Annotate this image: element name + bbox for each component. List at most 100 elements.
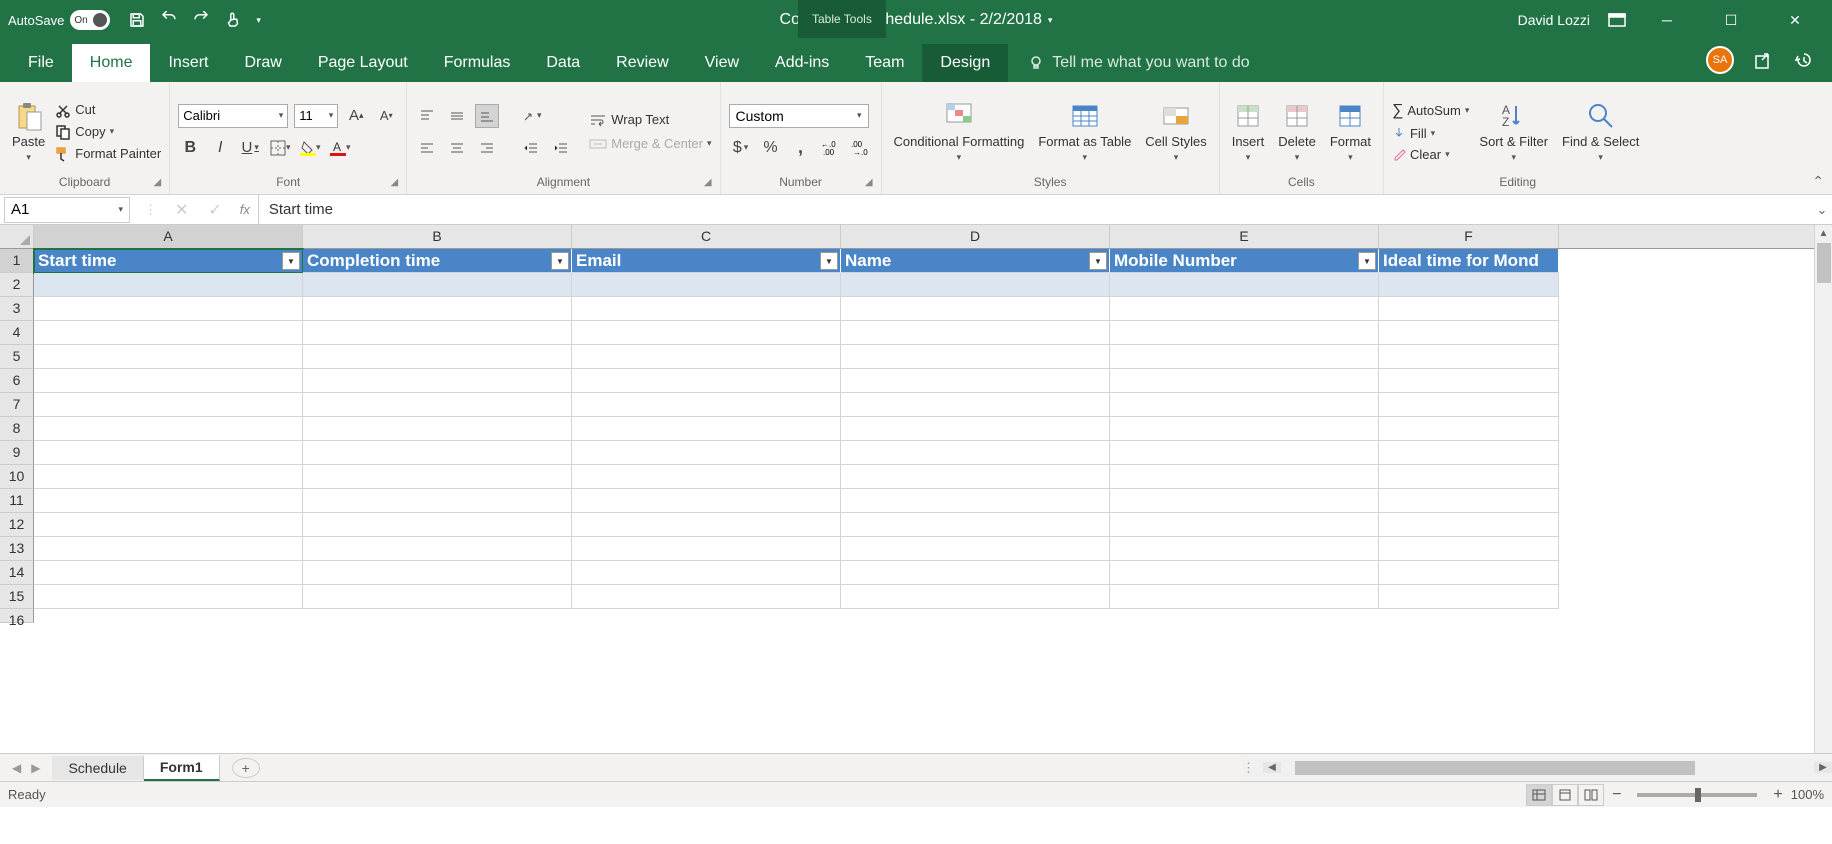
close-button[interactable]: ✕	[1772, 12, 1818, 29]
insert-cells-button[interactable]: Insert▾	[1228, 100, 1269, 162]
cancel-formula-icon[interactable]: ✕	[157, 200, 198, 220]
tab-insert[interactable]: Insert	[150, 44, 226, 82]
paste-dropdown-icon[interactable]: ▾	[26, 152, 31, 163]
hscroll-thumb[interactable]	[1295, 761, 1695, 775]
clear-button[interactable]: Clear▾	[1392, 147, 1469, 162]
find-select-button[interactable]: Find & Select▾	[1558, 100, 1643, 162]
tell-me[interactable]: Tell me what you want to do	[1028, 54, 1249, 82]
tab-review[interactable]: Review	[598, 44, 686, 82]
clipboard-launcher-icon[interactable]: ◢	[154, 177, 162, 188]
row-header-6[interactable]: 6	[0, 369, 34, 393]
cell-styles-button[interactable]: Cell Styles▾	[1141, 100, 1210, 162]
format-as-table-button[interactable]: Format as Table▾	[1034, 100, 1135, 162]
col-header-a[interactable]: A	[34, 225, 303, 248]
increase-decimal-icon[interactable]: ←.0.00	[819, 136, 843, 160]
row-header-13[interactable]: 13	[0, 537, 34, 561]
tab-home[interactable]: Home	[72, 44, 151, 82]
filter-icon[interactable]: ▼	[551, 252, 569, 270]
copy-button[interactable]: Copy▾	[55, 124, 161, 140]
tab-addins[interactable]: Add-ins	[757, 44, 847, 82]
font-launcher-icon[interactable]: ◢	[391, 177, 399, 188]
align-middle-icon[interactable]	[445, 104, 469, 128]
underline-icon[interactable]: U▾	[238, 136, 262, 160]
cell-f1[interactable]: Ideal time for Mond	[1379, 249, 1559, 273]
tab-page-layout[interactable]: Page Layout	[300, 44, 426, 82]
col-header-e[interactable]: E	[1110, 225, 1379, 248]
enter-formula-icon[interactable]: ✓	[198, 200, 231, 220]
row-header-12[interactable]: 12	[0, 513, 34, 537]
orientation-icon[interactable]: ▾	[519, 104, 543, 128]
align-center-icon[interactable]	[445, 136, 469, 160]
filter-icon[interactable]: ▼	[1358, 252, 1376, 270]
zoom-out-icon[interactable]: −	[1612, 786, 1621, 804]
row-header-16[interactable]: 16	[0, 609, 34, 623]
bold-icon[interactable]: B	[178, 136, 202, 160]
align-bottom-icon[interactable]	[475, 104, 499, 128]
vertical-scrollbar[interactable]: ▲	[1814, 225, 1832, 753]
merge-center-button[interactable]: Merge & Center▾	[589, 136, 711, 152]
font-size-select[interactable]: 11▾	[294, 104, 338, 128]
fill-button[interactable]: Fill▾	[1392, 126, 1469, 141]
sheet-prev-icon[interactable]: ◀	[12, 761, 21, 775]
filter-icon[interactable]: ▼	[282, 252, 300, 270]
sheet-tab-schedule[interactable]: Schedule	[52, 756, 143, 780]
tab-draw[interactable]: Draw	[226, 44, 299, 82]
comma-format-icon[interactable]: ,	[789, 136, 813, 160]
sheet-next-icon[interactable]: ▶	[31, 761, 40, 775]
qat-customize-icon[interactable]: ▾	[256, 15, 261, 26]
number-launcher-icon[interactable]: ◢	[865, 177, 873, 188]
row-header-15[interactable]: 15	[0, 585, 34, 609]
minimize-button[interactable]: ─	[1644, 12, 1690, 28]
col-header-f[interactable]: F	[1379, 225, 1559, 248]
row-header-4[interactable]: 4	[0, 321, 34, 345]
row-header-10[interactable]: 10	[0, 465, 34, 489]
tab-formulas[interactable]: Formulas	[426, 44, 529, 82]
touch-mode-icon[interactable]	[224, 11, 242, 29]
tab-file[interactable]: File	[10, 44, 72, 82]
col-header-d[interactable]: D	[841, 225, 1110, 248]
tab-design[interactable]: Design	[922, 44, 1008, 82]
row-header-8[interactable]: 8	[0, 417, 34, 441]
sheet-tab-form1[interactable]: Form1	[144, 755, 220, 781]
paste-button[interactable]: Paste ▾	[8, 100, 49, 162]
autosave-toggle[interactable]: On	[70, 10, 110, 30]
tab-team[interactable]: Team	[847, 44, 922, 82]
zoom-level[interactable]: 100%	[1791, 787, 1824, 802]
delete-cells-button[interactable]: Delete▾	[1274, 100, 1320, 162]
row-header-14[interactable]: 14	[0, 561, 34, 585]
decrease-font-icon[interactable]: A▾	[374, 104, 398, 128]
italic-icon[interactable]: I	[208, 136, 232, 160]
name-box[interactable]: A1▾	[4, 197, 130, 223]
redo-icon[interactable]	[192, 11, 210, 29]
align-right-icon[interactable]	[475, 136, 499, 160]
formula-input[interactable]: Start time	[258, 195, 1812, 224]
align-left-icon[interactable]	[415, 136, 439, 160]
scroll-thumb[interactable]	[1817, 243, 1831, 283]
align-top-icon[interactable]	[415, 104, 439, 128]
filter-icon[interactable]: ▼	[820, 252, 838, 270]
row-header-2[interactable]: 2	[0, 273, 34, 297]
font-name-select[interactable]: Calibri▾	[178, 104, 288, 128]
row-header-11[interactable]: 11	[0, 489, 34, 513]
tab-data[interactable]: Data	[528, 44, 598, 82]
format-painter-button[interactable]: Format Painter	[55, 146, 161, 162]
accounting-format-icon[interactable]: $▾	[729, 136, 753, 160]
increase-indent-icon[interactable]	[549, 136, 573, 160]
cell-d1[interactable]: Name▼	[841, 249, 1110, 273]
sort-filter-button[interactable]: AZ Sort & Filter▾	[1475, 100, 1552, 162]
expand-formula-icon[interactable]: ⌄	[1812, 202, 1832, 218]
col-header-c[interactable]: C	[572, 225, 841, 248]
title-dropdown-icon[interactable]: ▾	[1048, 15, 1053, 26]
autosum-button[interactable]: ∑AutoSum▾	[1392, 102, 1469, 120]
row-header-5[interactable]: 5	[0, 345, 34, 369]
scroll-left-icon[interactable]: ◀	[1263, 762, 1281, 773]
borders-icon[interactable]: ▾	[268, 136, 292, 160]
avatar[interactable]: SA	[1706, 46, 1734, 74]
decrease-decimal-icon[interactable]: .00→.0	[849, 136, 873, 160]
ribbon-display-icon[interactable]	[1608, 13, 1626, 27]
number-format-select[interactable]: Custom▾	[729, 104, 869, 128]
scroll-right-icon[interactable]: ▶	[1814, 762, 1832, 773]
fill-color-icon[interactable]: ▾	[298, 136, 322, 160]
row-header-3[interactable]: 3	[0, 297, 34, 321]
normal-view-icon[interactable]	[1526, 784, 1552, 806]
